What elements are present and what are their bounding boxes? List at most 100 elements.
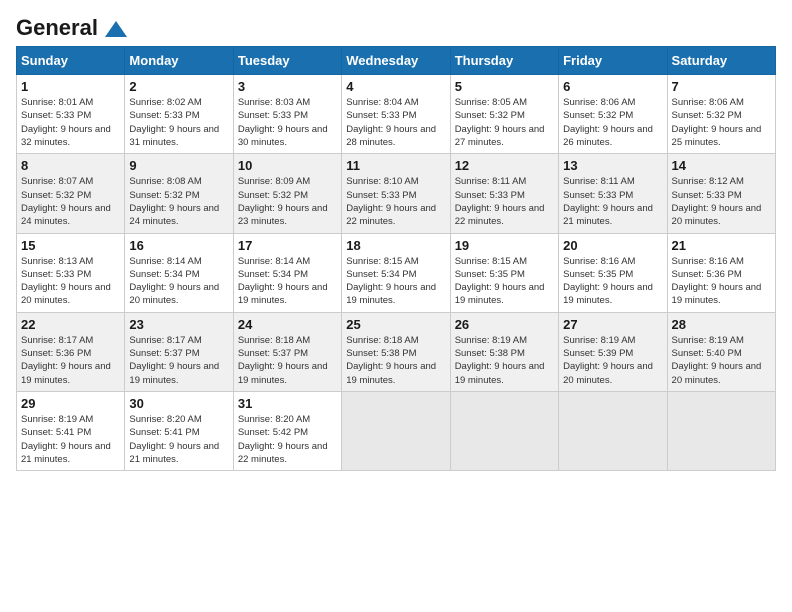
daylight: Daylight: 9 hours and 21 minutes. bbox=[129, 441, 219, 465]
day-number: 24 bbox=[238, 317, 337, 332]
table-row: 13 Sunrise: 8:11 AM Sunset: 5:33 PM Dayl… bbox=[559, 154, 667, 233]
sunset: Sunset: 5:33 PM bbox=[563, 190, 633, 201]
day-info: Sunrise: 8:10 AM Sunset: 5:33 PM Dayligh… bbox=[346, 175, 445, 228]
day-info: Sunrise: 8:08 AM Sunset: 5:32 PM Dayligh… bbox=[129, 175, 228, 228]
table-row: 30 Sunrise: 8:20 AM Sunset: 5:41 PM Dayl… bbox=[125, 391, 233, 470]
table-row: 22 Sunrise: 8:17 AM Sunset: 5:36 PM Dayl… bbox=[17, 312, 125, 391]
day-info: Sunrise: 8:18 AM Sunset: 5:38 PM Dayligh… bbox=[346, 334, 445, 387]
day-number: 30 bbox=[129, 396, 228, 411]
day-info: Sunrise: 8:16 AM Sunset: 5:35 PM Dayligh… bbox=[563, 255, 662, 308]
table-row: 3 Sunrise: 8:03 AM Sunset: 5:33 PM Dayli… bbox=[233, 75, 341, 154]
sunset: Sunset: 5:39 PM bbox=[563, 348, 633, 359]
day-info: Sunrise: 8:11 AM Sunset: 5:33 PM Dayligh… bbox=[563, 175, 662, 228]
sunset: Sunset: 5:32 PM bbox=[238, 190, 308, 201]
sunrise: Sunrise: 8:20 AM bbox=[238, 414, 310, 425]
sunrise: Sunrise: 8:01 AM bbox=[21, 97, 93, 108]
day-number: 22 bbox=[21, 317, 120, 332]
day-number: 5 bbox=[455, 79, 554, 94]
sunset: Sunset: 5:33 PM bbox=[238, 110, 308, 121]
sunrise: Sunrise: 8:15 AM bbox=[455, 256, 527, 267]
sunset: Sunset: 5:33 PM bbox=[129, 110, 199, 121]
table-row: 17 Sunrise: 8:14 AM Sunset: 5:34 PM Dayl… bbox=[233, 233, 341, 312]
sunrise: Sunrise: 8:19 AM bbox=[672, 335, 744, 346]
day-info: Sunrise: 8:15 AM Sunset: 5:34 PM Dayligh… bbox=[346, 255, 445, 308]
table-row bbox=[667, 391, 775, 470]
daylight: Daylight: 9 hours and 19 minutes. bbox=[346, 361, 436, 385]
sunrise: Sunrise: 8:11 AM bbox=[563, 176, 635, 187]
table-row: 15 Sunrise: 8:13 AM Sunset: 5:33 PM Dayl… bbox=[17, 233, 125, 312]
col-sunday: Sunday bbox=[17, 47, 125, 75]
sunrise: Sunrise: 8:10 AM bbox=[346, 176, 418, 187]
table-row: 5 Sunrise: 8:05 AM Sunset: 5:32 PM Dayli… bbox=[450, 75, 558, 154]
day-info: Sunrise: 8:15 AM Sunset: 5:35 PM Dayligh… bbox=[455, 255, 554, 308]
daylight: Daylight: 9 hours and 19 minutes. bbox=[455, 361, 545, 385]
day-number: 29 bbox=[21, 396, 120, 411]
day-info: Sunrise: 8:06 AM Sunset: 5:32 PM Dayligh… bbox=[563, 96, 662, 149]
day-info: Sunrise: 8:19 AM Sunset: 5:39 PM Dayligh… bbox=[563, 334, 662, 387]
day-info: Sunrise: 8:19 AM Sunset: 5:38 PM Dayligh… bbox=[455, 334, 554, 387]
col-wednesday: Wednesday bbox=[342, 47, 450, 75]
day-number: 7 bbox=[672, 79, 771, 94]
day-info: Sunrise: 8:02 AM Sunset: 5:33 PM Dayligh… bbox=[129, 96, 228, 149]
day-number: 6 bbox=[563, 79, 662, 94]
table-row: 24 Sunrise: 8:18 AM Sunset: 5:37 PM Dayl… bbox=[233, 312, 341, 391]
day-number: 4 bbox=[346, 79, 445, 94]
col-monday: Monday bbox=[125, 47, 233, 75]
table-row: 25 Sunrise: 8:18 AM Sunset: 5:38 PM Dayl… bbox=[342, 312, 450, 391]
sunset: Sunset: 5:35 PM bbox=[563, 269, 633, 280]
table-row: 7 Sunrise: 8:06 AM Sunset: 5:32 PM Dayli… bbox=[667, 75, 775, 154]
day-info: Sunrise: 8:14 AM Sunset: 5:34 PM Dayligh… bbox=[129, 255, 228, 308]
table-row: 12 Sunrise: 8:11 AM Sunset: 5:33 PM Dayl… bbox=[450, 154, 558, 233]
logo: General bbox=[16, 16, 127, 36]
table-row: 31 Sunrise: 8:20 AM Sunset: 5:42 PM Dayl… bbox=[233, 391, 341, 470]
sunrise: Sunrise: 8:18 AM bbox=[346, 335, 418, 346]
calendar-page: General Sunday Monday Tuesday Wednesday bbox=[0, 0, 792, 612]
sunset: Sunset: 5:35 PM bbox=[455, 269, 525, 280]
daylight: Daylight: 9 hours and 32 minutes. bbox=[21, 124, 111, 148]
sunrise: Sunrise: 8:16 AM bbox=[563, 256, 635, 267]
daylight: Daylight: 9 hours and 20 minutes. bbox=[672, 361, 762, 385]
sunrise: Sunrise: 8:17 AM bbox=[21, 335, 93, 346]
daylight: Daylight: 9 hours and 22 minutes. bbox=[455, 203, 545, 227]
day-info: Sunrise: 8:01 AM Sunset: 5:33 PM Dayligh… bbox=[21, 96, 120, 149]
day-number: 12 bbox=[455, 158, 554, 173]
sunrise: Sunrise: 8:19 AM bbox=[455, 335, 527, 346]
sunrise: Sunrise: 8:13 AM bbox=[21, 256, 93, 267]
day-info: Sunrise: 8:03 AM Sunset: 5:33 PM Dayligh… bbox=[238, 96, 337, 149]
header-row: Sunday Monday Tuesday Wednesday Thursday… bbox=[17, 47, 776, 75]
table-row: 2 Sunrise: 8:02 AM Sunset: 5:33 PM Dayli… bbox=[125, 75, 233, 154]
sunrise: Sunrise: 8:14 AM bbox=[238, 256, 310, 267]
table-row bbox=[559, 391, 667, 470]
daylight: Daylight: 9 hours and 19 minutes. bbox=[455, 282, 545, 306]
day-number: 13 bbox=[563, 158, 662, 173]
daylight: Daylight: 9 hours and 23 minutes. bbox=[238, 203, 328, 227]
day-info: Sunrise: 8:19 AM Sunset: 5:40 PM Dayligh… bbox=[672, 334, 771, 387]
sunset: Sunset: 5:32 PM bbox=[563, 110, 633, 121]
day-info: Sunrise: 8:20 AM Sunset: 5:41 PM Dayligh… bbox=[129, 413, 228, 466]
daylight: Daylight: 9 hours and 19 minutes. bbox=[563, 282, 653, 306]
sunset: Sunset: 5:32 PM bbox=[672, 110, 742, 121]
logo-icon bbox=[105, 21, 127, 37]
day-number: 2 bbox=[129, 79, 228, 94]
daylight: Daylight: 9 hours and 19 minutes. bbox=[129, 361, 219, 385]
daylight: Daylight: 9 hours and 30 minutes. bbox=[238, 124, 328, 148]
daylight: Daylight: 9 hours and 22 minutes. bbox=[346, 203, 436, 227]
table-row: 29 Sunrise: 8:19 AM Sunset: 5:41 PM Dayl… bbox=[17, 391, 125, 470]
sunset: Sunset: 5:36 PM bbox=[672, 269, 742, 280]
table-row: 8 Sunrise: 8:07 AM Sunset: 5:32 PM Dayli… bbox=[17, 154, 125, 233]
sunset: Sunset: 5:33 PM bbox=[346, 110, 416, 121]
day-number: 16 bbox=[129, 238, 228, 253]
day-number: 26 bbox=[455, 317, 554, 332]
daylight: Daylight: 9 hours and 21 minutes. bbox=[21, 441, 111, 465]
day-number: 1 bbox=[21, 79, 120, 94]
table-row: 11 Sunrise: 8:10 AM Sunset: 5:33 PM Dayl… bbox=[342, 154, 450, 233]
day-info: Sunrise: 8:04 AM Sunset: 5:33 PM Dayligh… bbox=[346, 96, 445, 149]
sunset: Sunset: 5:32 PM bbox=[129, 190, 199, 201]
daylight: Daylight: 9 hours and 31 minutes. bbox=[129, 124, 219, 148]
calendar-table: Sunday Monday Tuesday Wednesday Thursday… bbox=[16, 46, 776, 471]
sunrise: Sunrise: 8:09 AM bbox=[238, 176, 310, 187]
sunrise: Sunrise: 8:16 AM bbox=[672, 256, 744, 267]
day-number: 10 bbox=[238, 158, 337, 173]
table-row: 27 Sunrise: 8:19 AM Sunset: 5:39 PM Dayl… bbox=[559, 312, 667, 391]
sunrise: Sunrise: 8:05 AM bbox=[455, 97, 527, 108]
